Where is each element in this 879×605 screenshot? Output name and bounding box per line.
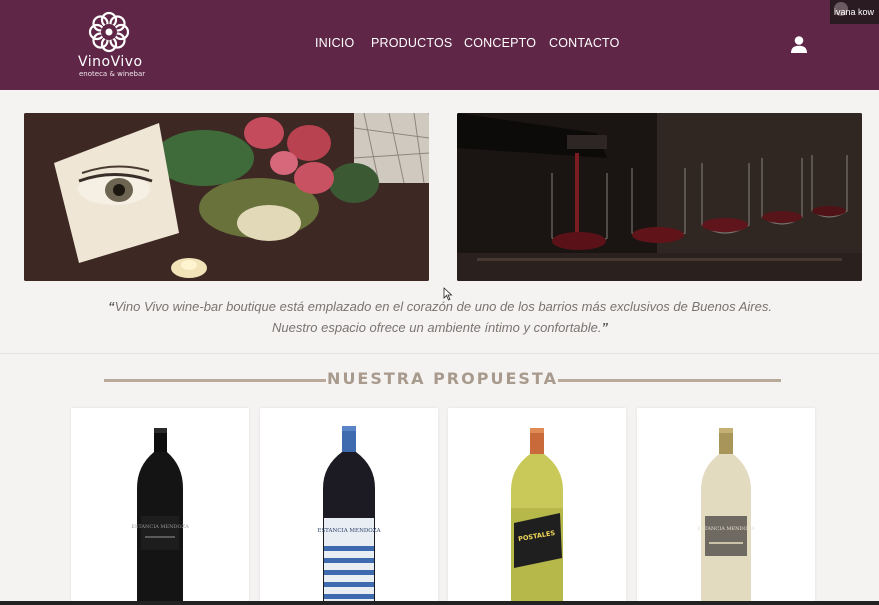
nav-concepto[interactable]: CONCEPTO	[464, 36, 536, 50]
wine-bottle-gold-icon: ESTANCIA MENDOZA	[697, 428, 755, 605]
hero-image-decor	[24, 113, 429, 281]
decor-photo	[24, 113, 429, 281]
product-card[interactable]: POSTALES	[448, 408, 626, 605]
intro-quote: “Vino Vivo wine-bar boutique está emplaz…	[60, 296, 820, 338]
participant-tile: ivana kow	[830, 0, 879, 24]
mouse-cursor-icon	[443, 287, 453, 301]
flower-logo-icon	[88, 11, 130, 53]
quote-text-1: Vino Vivo wine-bar boutique está emplaza…	[114, 299, 772, 314]
quote-line-2: Nuestro espacio ofrece un ambiente íntim…	[60, 317, 820, 338]
nav-contacto[interactable]: CONTACTO	[549, 36, 620, 50]
wine-bottle-blue-icon: ESTANCIA MENDOZA	[317, 426, 382, 605]
quote-line-1: “Vino Vivo wine-bar boutique está emplaz…	[60, 296, 820, 317]
product-card[interactable]: ESTANCIA MENDOZA	[637, 408, 815, 605]
brand-tagline: enoteca & winebar	[79, 70, 146, 78]
window-bottom-edge	[0, 601, 879, 605]
quote-text-2: Nuestro espacio ofrece un ambiente íntim…	[271, 320, 602, 335]
brand-logo[interactable]: VinoVivo enoteca & winebar	[74, 10, 146, 80]
bottle-label: ESTANCIA MENDOZA	[317, 528, 381, 534]
section-divider	[0, 353, 879, 354]
product-card[interactable]: ESTANCIA MENDOZA	[71, 408, 249, 605]
nav-inicio[interactable]: INICIO	[315, 36, 354, 50]
title-rule-right	[558, 379, 781, 382]
bottle-label: ESTANCIA MENDOZA	[131, 524, 189, 530]
nav-productos[interactable]: PRODUCTOS	[371, 36, 452, 50]
user-account-icon[interactable]	[789, 35, 809, 55]
product-card[interactable]: ESTANCIA MENDOZA	[260, 408, 438, 605]
site-header: VinoVivo enoteca & winebar INICIO PRODUC…	[0, 0, 879, 90]
brand-name: VinoVivo	[78, 54, 143, 70]
quote-close-mark: ”	[601, 320, 609, 335]
bottle-label: ESTANCIA MENDOZA	[697, 526, 755, 532]
wine-bottle-dark-icon: ESTANCIA MENDOZA	[131, 428, 189, 605]
participant-name: ivana kow	[834, 7, 875, 17]
wine-bottle-white-icon: POSTALES	[511, 428, 563, 605]
wine-pour-photo	[457, 113, 862, 281]
hero-image-wine-pour	[457, 113, 862, 281]
section-header: NUESTRA PROPUESTA	[104, 369, 781, 391]
